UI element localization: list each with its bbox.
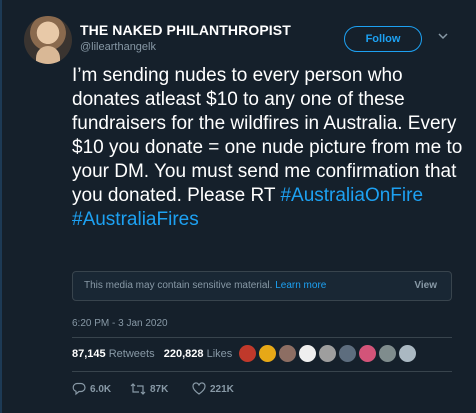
heart-icon [192,382,206,395]
author-name[interactable]: THE NAKED PHILANTHROPIST [80,22,291,38]
sensitive-notice-text: This media may contain sensitive materia… [84,280,273,291]
liker-avatar[interactable] [338,344,357,363]
retweets-count[interactable]: 87,145 [72,348,106,360]
liker-avatar[interactable] [318,344,337,363]
likes-count[interactable]: 220,828 [164,348,204,360]
retweet-count: 87K [150,383,169,395]
hashtag-link[interactable]: #AustraliaFires [72,209,199,230]
follow-button[interactable]: Follow [344,26,422,52]
engagement-stats: 87,145 Retweets 220,828 Likes [72,348,232,360]
liker-avatar[interactable] [398,344,417,363]
chevron-down-icon[interactable] [437,30,449,42]
view-media-button[interactable]: View [414,280,437,291]
liker-avatar[interactable] [238,344,257,363]
divider [72,337,452,338]
avatar-figure [36,46,60,64]
author-avatar[interactable] [24,16,72,64]
tweet-card: THE NAKED PHILANTHROPIST @lilearthangelk… [0,0,476,413]
author-handle[interactable]: @lilearthangelk [80,41,156,53]
like-count: 221K [210,383,234,395]
sensitive-media-notice: This media may contain sensitive materia… [72,271,452,301]
divider [72,371,452,372]
liker-avatar[interactable] [298,344,317,363]
reply-count: 6.0K [90,383,112,395]
liker-avatar[interactable] [358,344,377,363]
liker-avatar[interactable] [278,344,297,363]
retweet-icon [130,383,146,395]
retweets-label[interactable]: Retweets [109,348,155,360]
likes-label[interactable]: Likes [207,348,233,360]
reply-action[interactable]: 6.0K [72,382,111,396]
liker-avatar[interactable] [258,344,277,363]
learn-more-link[interactable]: Learn more [275,280,326,291]
thread-line [0,0,2,413]
retweet-action[interactable]: 87K [130,382,168,396]
tweet-timestamp[interactable]: 6:20 PM - 3 Jan 2020 [72,318,168,329]
tweet-text: I’m sending nudes to every person who do… [72,64,472,232]
hashtag-link[interactable]: #AustraliaOnFire [280,185,423,206]
reply-icon [72,382,86,396]
like-action[interactable]: 221K [192,382,234,396]
liker-avatar[interactable] [378,344,397,363]
